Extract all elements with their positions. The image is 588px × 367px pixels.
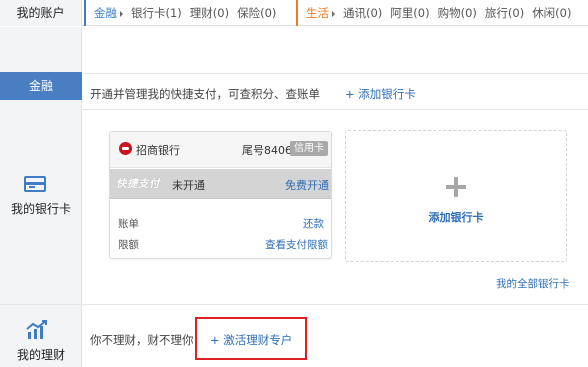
tab-life[interactable]: 生活 [306,5,335,21]
express-pay-status: 未开通 [172,179,205,192]
add-bank-card-box[interactable]: 添加银行卡 [345,130,567,262]
wealth-slogan: 你不理财，财不理你 [90,333,194,347]
bank-card[interactable]: 招商银行 尾号8406 信用卡 快捷支付 未开通 免费开通 账单 还款 限额 查… [109,131,332,259]
sidebar-section-wealth: 我的理财 [16,348,65,362]
tab-leisure[interactable]: 休闲(0) [532,5,571,21]
top-nav-bar: 我的账户 金融 银行卡(1) 理财(0) 保险(0) 生活 通讯(0) 阿里(0… [0,0,588,26]
tab-travel[interactable]: 旅行(0) [485,5,524,21]
bank-card-header: 招商银行 尾号8406 信用卡 [110,132,331,168]
card-type-badge: 信用卡 [290,141,328,156]
bill-label: 账单 [118,218,139,230]
caret-right-icon [120,10,123,17]
tab-ali[interactable]: 阿里(0) [390,5,429,21]
sidebar-item-finance[interactable]: 金融 [0,72,82,100]
bank-intro-text: 开通并管理我的快捷支付，可查积分、查账单 [90,87,320,101]
bank-card-icon [24,176,46,192]
bank-name: 招商银行 [136,144,180,157]
limit-label: 限额 [118,239,139,251]
activate-wealth-account-link[interactable]: + 激活理财专户 [210,332,292,348]
tab-telecom[interactable]: 通讯(0) [343,5,382,21]
divider [0,304,588,305]
divider [83,73,588,74]
free-activate-link[interactable]: 免费开通 [285,177,329,193]
express-pay-row: 快捷支付 未开通 免费开通 [110,169,331,199]
divider [83,109,588,110]
card-tail-number: 尾号8406 [242,144,292,157]
express-pay-logo: 快捷支付 [116,178,160,190]
chart-trend-icon [26,320,47,339]
my-account-title: 我的账户 [0,0,82,26]
tab-shopping[interactable]: 购物(0) [438,5,477,21]
cmb-bank-logo-icon [119,142,132,155]
all-bank-cards-link[interactable]: 我的全部银行卡 [496,276,570,291]
life-tab-group: 生活 通讯(0) 阿里(0) 购物(0) 旅行(0) 休闲(0) [296,0,579,26]
tab-finance[interactable]: 金融 [94,5,123,21]
finance-tab-group: 金融 银行卡(1) 理财(0) 保险(0) [84,0,284,26]
caret-right-icon [332,10,335,17]
life-group-accent [296,0,298,26]
add-bank-card-label: 添加银行卡 [428,211,484,224]
sidebar-section-bank-cards: 我的银行卡 [10,202,71,216]
tab-bank-cards[interactable]: 银行卡(1) [131,5,182,21]
sidebar: 金融 [0,27,82,367]
tab-wealth[interactable]: 理财(0) [190,5,229,21]
plus-icon [446,177,466,197]
repay-link[interactable]: 还款 [303,216,324,231]
tab-insurance[interactable]: 保险(0) [237,5,276,21]
finance-group-accent [84,0,86,26]
view-limit-link[interactable]: 查看支付限额 [265,237,328,252]
add-bank-card-link[interactable]: + 添加银行卡 [345,86,416,102]
